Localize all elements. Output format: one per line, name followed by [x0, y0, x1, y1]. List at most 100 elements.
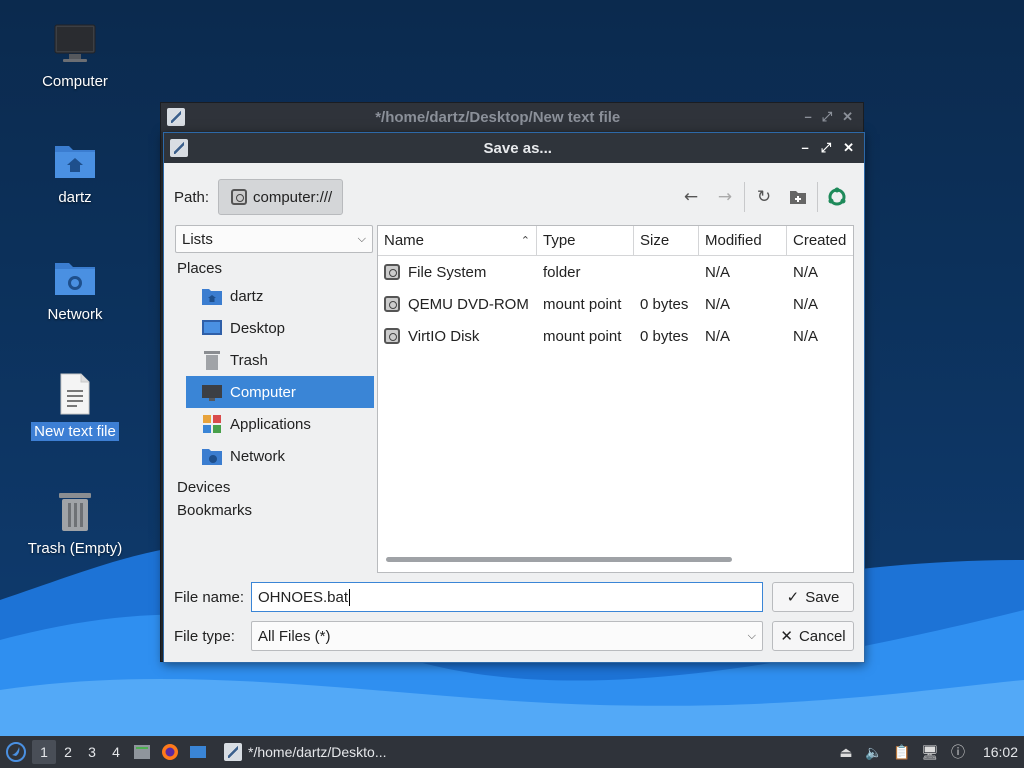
maximize-icon[interactable]: ⤢: [822, 109, 832, 125]
firefox-icon[interactable]: [156, 738, 184, 766]
workspace-2[interactable]: 2: [56, 740, 80, 764]
desktop-icon-network[interactable]: Network: [20, 255, 130, 324]
monitor-icon: [53, 22, 97, 66]
update-notification-icon[interactable]: ⓘ: [949, 743, 967, 761]
network-status-icon[interactable]: 🖥: [921, 743, 939, 761]
drive-icon: [231, 189, 247, 205]
workspace-3[interactable]: 3: [80, 740, 104, 764]
column-size[interactable]: Size: [634, 226, 699, 256]
table-row[interactable]: QEMU DVD-ROM mount point 0 bytes N/A N/A: [378, 288, 853, 320]
refresh-icon[interactable]: ↻: [747, 180, 781, 214]
editor-titlebar[interactable]: */home/dartz/Desktop/New text file – ⤢ ✕: [161, 103, 863, 131]
volume-icon[interactable]: 🔈: [865, 743, 883, 761]
file-list: Name ⌃ Type Size Modified Created File S…: [377, 225, 854, 573]
system-tray: ⏏ 🔈 📋 🖥 ⓘ 16:02: [837, 743, 1024, 761]
place-item-computer[interactable]: Computer: [186, 376, 374, 408]
places-settings-icon[interactable]: [820, 180, 854, 214]
row-size: 0 bytes: [640, 295, 689, 313]
filetype-row: File type: All Files (*) ⌵ ✕ Cancel: [174, 621, 854, 651]
desktop-icon-label: Network: [47, 306, 103, 323]
row-modified: N/A: [705, 295, 731, 313]
filetype-select[interactable]: All Files (*) ⌵: [251, 621, 763, 651]
column-modified[interactable]: Modified: [699, 226, 787, 256]
network-folder-icon: [202, 446, 222, 466]
desktop-icon: [202, 318, 222, 338]
text-caret: [349, 588, 351, 606]
row-size: 0 bytes: [640, 327, 689, 345]
column-created[interactable]: Created: [787, 226, 853, 256]
network-folder-icon: [53, 255, 97, 299]
workspace-1[interactable]: 1: [32, 740, 56, 764]
row-created: N/A: [793, 295, 819, 313]
dialog-titlebar[interactable]: Save as... – ⤢ ✕: [164, 133, 864, 163]
clipboard-icon[interactable]: 📋: [893, 743, 911, 761]
row-modified: N/A: [705, 327, 731, 345]
path-segment-computer[interactable]: computer:///: [218, 179, 344, 215]
horizontal-scrollbar[interactable]: [386, 557, 732, 562]
row-type: mount point: [543, 327, 622, 345]
editor-window-controls: – ⤢ ✕: [804, 109, 853, 125]
chevron-down-icon: ⌵: [357, 232, 366, 245]
table-row[interactable]: File System folder N/A N/A: [378, 256, 853, 288]
bookmarks-header[interactable]: Bookmarks: [175, 499, 374, 522]
forward-arrow-icon[interactable]: →: [708, 180, 742, 214]
home-folder-icon: [53, 138, 97, 182]
start-menu-icon[interactable]: [0, 736, 32, 768]
places-panel: Places dartz Desktop Trash Computer Appl…: [175, 257, 374, 522]
side-pane-mode-select[interactable]: Lists ⌵: [175, 225, 373, 253]
desktop-icon-label: dartz: [58, 189, 92, 206]
save-button[interactable]: ✓ Save: [772, 582, 854, 612]
column-name[interactable]: Name ⌃: [378, 226, 537, 256]
desktop-icon-home[interactable]: dartz: [20, 138, 130, 207]
dialog-title: Save as...: [483, 139, 552, 157]
toolbar-separator: [744, 182, 745, 212]
places-header: Places: [177, 260, 223, 277]
desktop-icon-label: Trash (Empty): [27, 540, 123, 557]
minimize-icon[interactable]: –: [804, 109, 811, 125]
file-list-header: Name ⌃ Type Size Modified Created: [378, 226, 853, 256]
filename-label: File name:: [174, 588, 245, 606]
path-label: Path:: [174, 188, 210, 206]
taskbar-task-editor[interactable]: */home/dartz/Deskto...: [218, 737, 393, 767]
maximize-icon[interactable]: ⤢: [821, 140, 831, 156]
devices-header[interactable]: Devices: [175, 476, 374, 499]
workspace-4[interactable]: 4: [104, 740, 128, 764]
new-folder-icon[interactable]: [781, 180, 815, 214]
desktop-icon-label: Computer: [42, 73, 108, 90]
desktop-icon-trash[interactable]: Trash (Empty): [20, 489, 130, 558]
desktop-icon-computer[interactable]: Computer: [20, 22, 130, 91]
save-button-label: Save: [805, 588, 840, 606]
row-type: folder: [543, 263, 581, 281]
filename-input[interactable]: OHNOES.bat: [251, 582, 763, 612]
filename-value: OHNOES.bat: [258, 588, 349, 606]
close-icon[interactable]: ✕: [842, 109, 853, 125]
trash-icon: [53, 489, 97, 533]
row-type: mount point: [543, 295, 622, 313]
minimize-icon[interactable]: –: [801, 140, 808, 156]
desktop-icon-new-text-file[interactable]: New text file: [20, 372, 130, 441]
row-modified: N/A: [705, 263, 731, 281]
path-segment-label: computer:///: [253, 188, 333, 206]
table-row[interactable]: VirtIO Disk mount point 0 bytes N/A N/A: [378, 320, 853, 352]
cancel-button[interactable]: ✕ Cancel: [772, 621, 854, 651]
back-arrow-icon[interactable]: ←: [674, 180, 708, 214]
place-item-applications[interactable]: Applications: [186, 408, 374, 440]
column-size-label: Size: [640, 232, 670, 249]
eject-icon[interactable]: ⏏: [837, 743, 855, 761]
cancel-button-label: Cancel: [798, 627, 846, 645]
file-manager-launcher-icon[interactable]: [128, 738, 156, 766]
column-type[interactable]: Type: [537, 226, 634, 256]
place-item-label: Network: [230, 447, 286, 465]
place-item-dartz[interactable]: dartz: [186, 280, 374, 312]
column-created-label: Created: [793, 232, 847, 249]
filetype-value: All Files (*): [258, 627, 331, 645]
clock[interactable]: 16:02: [983, 744, 1018, 760]
place-item-label: Desktop: [230, 319, 286, 337]
row-name: File System: [408, 263, 487, 281]
show-desktop-icon[interactable]: [184, 738, 212, 766]
place-item-trash[interactable]: Trash: [186, 344, 374, 376]
place-item-network[interactable]: Network: [186, 440, 374, 472]
place-item-desktop[interactable]: Desktop: [186, 312, 374, 344]
close-icon[interactable]: ✕: [843, 140, 854, 156]
drive-icon: [384, 264, 400, 280]
